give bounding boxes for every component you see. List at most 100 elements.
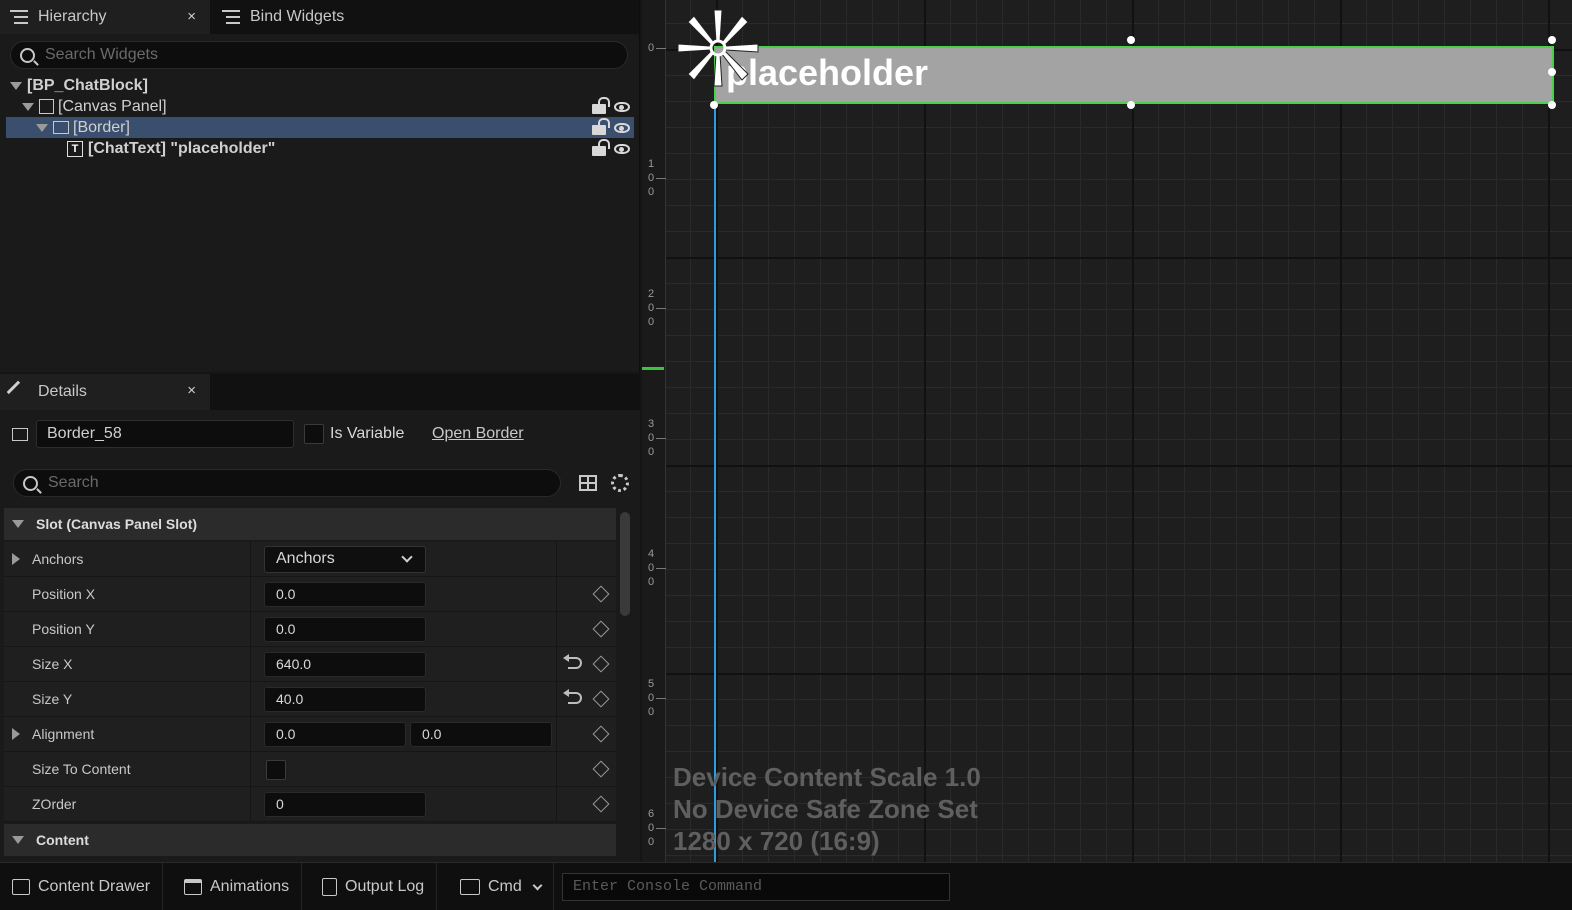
log-icon [322,878,337,896]
text-widget-icon: T [67,140,83,157]
keyframe-diamond-icon[interactable] [592,620,610,638]
keyframe-diamond-icon[interactable] [592,655,610,673]
reset-to-default-icon[interactable] [563,654,582,669]
tree-item-chattext[interactable]: T [ChatText] "placeholder" [6,138,634,159]
animations-label: Animations [210,878,290,895]
position-x-input[interactable]: 0.0 [264,582,426,607]
tab-hierarchy-label: Hierarchy [38,8,107,25]
collapse-arrow-icon[interactable] [10,81,22,90]
content-drawer-button[interactable]: Content Drawer [0,863,164,910]
zorder-input[interactable]: 0 [264,792,426,817]
tree-item-bp-chatblock[interactable]: [BP_ChatBlock] [6,75,634,96]
ruler-label: 0 [647,42,655,54]
expand-arrow-icon[interactable] [12,553,20,565]
prop-label: Position Y [32,621,95,637]
content-section-header[interactable]: Content [4,824,616,856]
keyframe-diamond-icon[interactable] [592,795,610,813]
output-log-label: Output Log [345,878,425,895]
canvas-panel-icon [39,99,54,114]
open-border-link[interactable]: Open Border [432,425,524,443]
keyframe-diamond-icon[interactable] [592,690,610,708]
size-to-content-checkbox[interactable] [266,760,286,780]
search-icon [20,48,35,63]
resize-handle[interactable] [710,101,718,109]
selection-guide-line [714,47,716,862]
collapse-arrow-icon[interactable] [22,102,34,111]
eye-icon[interactable] [614,122,630,133]
lock-icon[interactable] [592,138,610,156]
close-icon[interactable]: × [187,8,196,25]
tab-bind-widgets-label: Bind Widgets [250,8,345,25]
resize-handle[interactable] [1548,36,1556,44]
alignment-y-input[interactable]: 0.0 [410,722,552,747]
tab-hierarchy[interactable]: Hierarchy × [0,0,210,34]
keyframe-diamond-icon[interactable] [592,725,610,743]
tree-item-border[interactable]: [Border] [6,117,634,138]
eye-icon[interactable] [614,101,630,112]
resize-handle[interactable] [1548,68,1556,76]
alignment-x-input[interactable]: 0.0 [264,722,406,747]
widget-name-field[interactable]: Border_58 [36,420,294,448]
prop-label: Alignment [32,726,95,742]
keyframe-diamond-icon[interactable] [592,585,610,603]
close-icon[interactable]: × [187,382,196,399]
bind-widgets-icon [222,9,240,25]
border-icon [12,428,28,441]
ruler-label: 100 [647,158,655,198]
table-view-icon[interactable] [579,475,597,491]
is-variable-checkbox[interactable] [304,424,324,444]
anchors-dropdown[interactable]: Anchors [264,546,426,573]
console-command-input[interactable]: Enter Console Command [562,873,950,901]
device-safe-zone-label: No Device Safe Zone Set [673,794,978,824]
lock-icon[interactable] [592,96,610,114]
resize-handle[interactable] [1127,101,1135,109]
tree-item-label: [ChatText] "placeholder" [88,139,276,157]
ruler-label: 400 [647,548,655,588]
eye-icon[interactable] [614,143,630,154]
prop-row-zorder: ZOrder 0 [4,787,616,822]
content-drawer-label: Content Drawer [38,878,151,895]
tab-details-label: Details [38,383,87,400]
size-y-input[interactable]: 40.0 [264,687,426,712]
bottom-status-bar: Content Drawer Animations Output Log Cmd… [0,862,1572,910]
prop-label: ZOrder [32,796,77,812]
details-scrollbar[interactable] [620,512,630,616]
cmd-dropdown[interactable]: Cmd [448,863,554,910]
anchor-flower-icon[interactable] [676,6,760,90]
tree-item-label: [Border] [73,118,130,136]
collapse-arrow-icon[interactable] [36,123,48,132]
resize-handle[interactable] [1548,101,1556,109]
designer-viewport[interactable]: 0 100 200 300 400 500 600 placeholder De… [642,0,1572,862]
details-search-input[interactable]: Search [13,469,561,497]
prop-label: Size X [32,656,73,672]
tab-details[interactable]: Details × [0,374,210,410]
tab-bind-widgets[interactable]: Bind Widgets [212,0,402,34]
lock-icon[interactable] [592,117,610,135]
position-y-input[interactable]: 0.0 [264,617,426,642]
prop-label: Position X [32,586,96,602]
animations-button[interactable]: Animations [172,863,303,910]
output-log-button[interactable]: Output Log [310,863,438,910]
ruler-cursor-marker [642,367,664,370]
resize-handle[interactable] [1127,36,1135,44]
size-x-input[interactable]: 640.0 [264,652,426,677]
collapse-arrow-icon [12,836,24,844]
content-section-label: Content [36,832,89,848]
prop-row-position-x: Position X 0.0 [4,577,616,612]
slot-section-header[interactable]: Slot (Canvas Panel Slot) [4,508,616,540]
slot-section-label: Slot (Canvas Panel Slot) [36,516,198,532]
ruler-label: 200 [647,288,655,328]
tree-item-canvas-panel[interactable]: [Canvas Panel] [6,96,634,117]
reset-to-default-icon[interactable] [563,689,582,704]
search-widgets-input[interactable]: Search Widgets [10,41,628,69]
content-drawer-icon [12,879,30,895]
ruler-label: 500 [647,678,655,718]
anchors-dropdown-value: Anchors [276,550,335,567]
expand-arrow-icon[interactable] [12,728,20,740]
clapperboard-icon [184,879,202,895]
pencil-icon [6,380,30,404]
keyframe-diamond-icon[interactable] [592,760,610,778]
row-controls [592,117,630,135]
terminal-icon [460,879,480,895]
gear-icon[interactable] [611,474,629,492]
